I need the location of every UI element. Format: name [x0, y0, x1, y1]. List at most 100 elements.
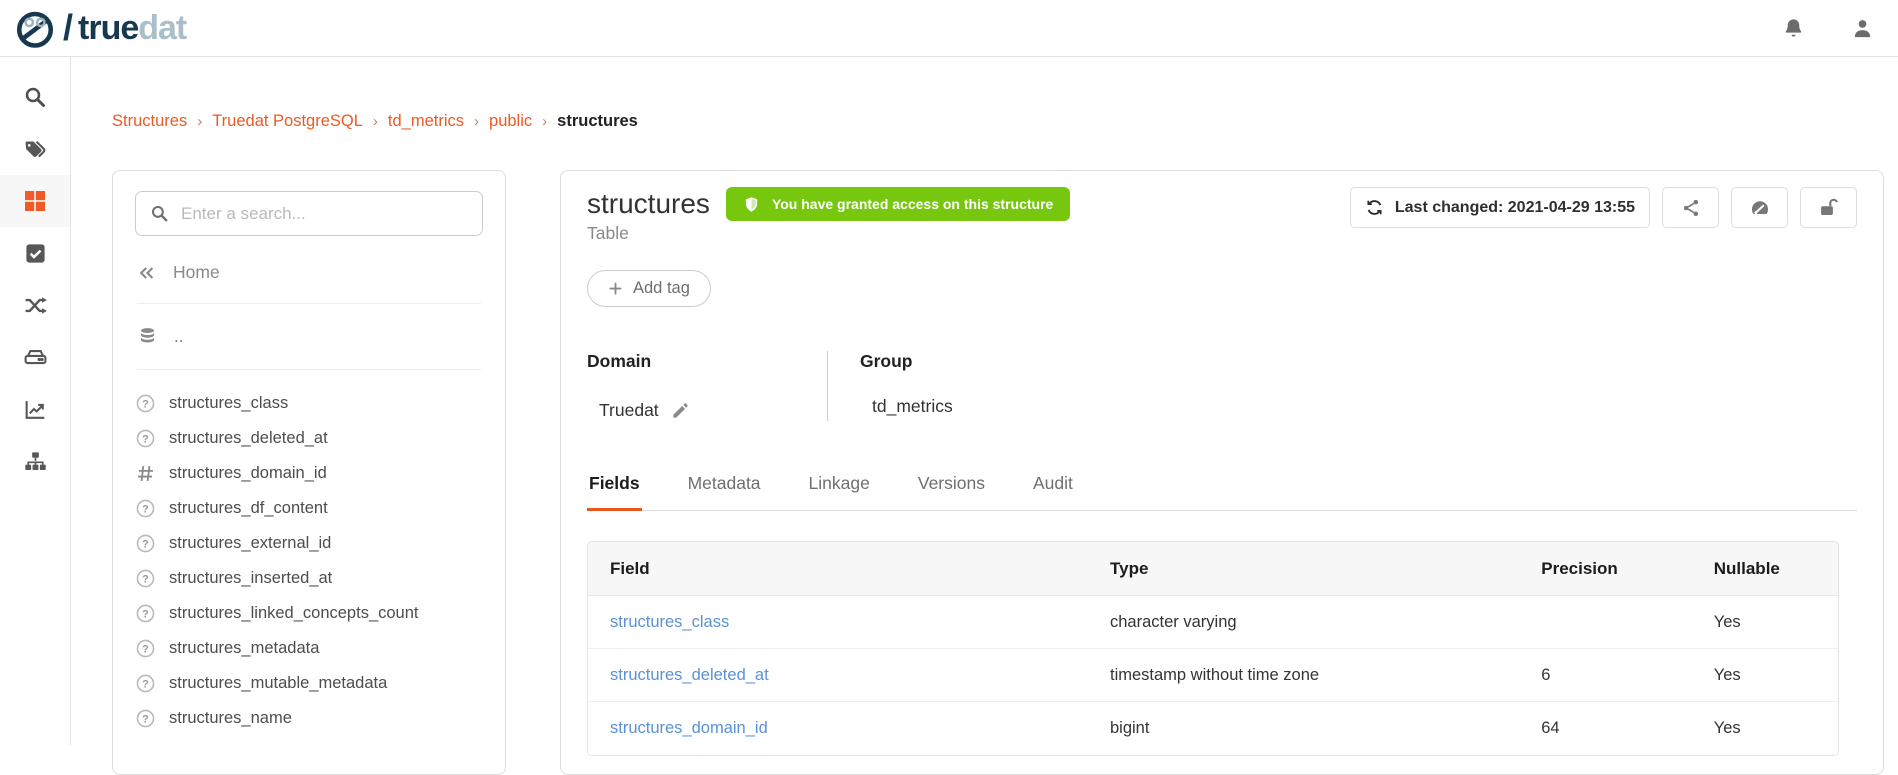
field-list: ? structures_class ? structures_deleted_…: [135, 386, 483, 736]
list-item[interactable]: ? structures_linked_concepts_count: [135, 596, 483, 631]
tab-audit[interactable]: Audit: [1031, 467, 1075, 511]
breadcrumb-link-system[interactable]: Truedat PostgreSQL: [212, 112, 363, 131]
list-item[interactable]: ? structures_external_id: [135, 526, 483, 561]
list-item[interactable]: ? structures_metadata: [135, 631, 483, 666]
up-level-label: ..: [174, 327, 183, 347]
share-button[interactable]: [1662, 187, 1719, 228]
hard-drive-icon: [23, 345, 48, 370]
rail-item-tasks[interactable]: [0, 227, 70, 279]
add-tag-button[interactable]: Add tag: [587, 270, 711, 307]
group-value: td_metrics: [872, 396, 953, 417]
list-item-label: structures_external_id: [169, 534, 331, 553]
column-header-precision: Precision: [1519, 559, 1692, 579]
share-icon: [1681, 198, 1701, 218]
browser-up-level[interactable]: ..: [137, 326, 481, 370]
logo-slash: /: [63, 7, 73, 49]
rail-item-structures[interactable]: [0, 175, 70, 227]
search-input[interactable]: [181, 204, 468, 224]
group-column: Group td_metrics: [827, 351, 1127, 421]
edit-pencil-icon[interactable]: [671, 401, 690, 420]
topbar: / truedat: [0, 0, 1898, 57]
granted-access-badge: You have granted access on this structur…: [726, 187, 1070, 221]
svg-text:?: ?: [142, 678, 149, 690]
list-item[interactable]: ? structures_inserted_at: [135, 561, 483, 596]
list-item-label: structures_inserted_at: [169, 569, 332, 588]
list-item[interactable]: ? structures_deleted_at: [135, 421, 483, 456]
breadcrumb-current: structures: [557, 112, 638, 131]
user-profile-icon[interactable]: [1849, 15, 1876, 42]
breadcrumb-link-schema[interactable]: td_metrics: [388, 112, 464, 131]
svg-text:?: ?: [142, 643, 149, 655]
column-header-type: Type: [1088, 559, 1519, 579]
rail-item-search[interactable]: [0, 71, 70, 123]
breadcrumb-separator: ›: [542, 113, 547, 130]
breadcrumb-separator: ›: [474, 113, 479, 130]
question-circle-icon: ?: [135, 498, 156, 519]
fields-table: Field Type Precision Nullable structures…: [587, 541, 1839, 756]
search-icon: [23, 85, 47, 109]
svg-text:?: ?: [142, 398, 149, 410]
list-item[interactable]: structures_domain_id: [135, 456, 483, 491]
refresh-icon: [1365, 198, 1384, 217]
list-item[interactable]: ? structures_df_content: [135, 491, 483, 526]
last-changed-button[interactable]: Last changed: 2021-04-29 13:55: [1350, 187, 1650, 228]
tab-linkage[interactable]: Linkage: [807, 467, 872, 511]
rail-item-taxonomy[interactable]: [0, 435, 70, 487]
field-link[interactable]: structures_domain_id: [588, 719, 1088, 738]
field-nullable: Yes: [1692, 666, 1838, 685]
question-circle-icon: ?: [135, 428, 156, 449]
logo-wordmark: truedat: [78, 11, 186, 45]
search-icon: [150, 204, 169, 223]
notifications-bell-icon[interactable]: [1780, 15, 1807, 42]
shuffle-icon: [23, 293, 48, 318]
structure-browser-panel: Home .. ? structures_class ? structures_…: [112, 170, 506, 775]
plus-icon: [608, 281, 623, 296]
table-row: structures_domain_id bigint 64 Yes: [588, 702, 1838, 755]
unlock-button[interactable]: [1800, 187, 1857, 228]
quality-dashboard-button[interactable]: [1731, 187, 1788, 228]
tab-metadata[interactable]: Metadata: [686, 467, 763, 511]
list-item[interactable]: ? structures_mutable_metadata: [135, 666, 483, 701]
tab-versions[interactable]: Versions: [916, 467, 987, 511]
question-circle-icon: ?: [135, 673, 156, 694]
svg-text:?: ?: [142, 608, 149, 620]
table-row: structures_deleted_at timestamp without …: [588, 649, 1838, 702]
column-header-nullable: Nullable: [1692, 559, 1838, 579]
structure-detail-panel: structures You have granted access on th…: [560, 170, 1884, 775]
breadcrumb-link-group[interactable]: public: [489, 112, 532, 131]
gauge-icon: [1749, 197, 1771, 219]
field-link[interactable]: structures_class: [588, 613, 1088, 632]
field-precision: 64: [1519, 719, 1692, 738]
breadcrumb-link-structures[interactable]: Structures: [112, 112, 187, 131]
hash-icon: [135, 463, 156, 484]
rail-item-lineage[interactable]: [0, 279, 70, 331]
tab-fields[interactable]: Fields: [587, 467, 642, 511]
rail-item-tags[interactable]: [0, 123, 70, 175]
grid-icon: [23, 189, 47, 213]
rail-item-sources[interactable]: [0, 331, 70, 383]
list-item-label: structures_mutable_metadata: [169, 674, 387, 693]
tags-icon: [23, 137, 48, 162]
owl-logo-icon: [14, 5, 56, 51]
svg-text:?: ?: [142, 713, 149, 725]
rail-item-quality[interactable]: [0, 383, 70, 435]
list-item-label: structures_deleted_at: [169, 429, 328, 448]
list-item[interactable]: ? structures_class: [135, 386, 483, 421]
domain-group-section: Domain Truedat Group td_metrics: [587, 351, 1857, 421]
question-circle-icon: ?: [135, 393, 156, 414]
domain-column: Domain Truedat: [587, 351, 827, 421]
question-circle-icon: ?: [135, 603, 156, 624]
truedat-logo[interactable]: / truedat: [14, 5, 186, 51]
database-icon: [137, 326, 158, 347]
field-link[interactable]: structures_deleted_at: [588, 666, 1088, 685]
shield-icon: [743, 195, 760, 214]
field-precision: 6: [1519, 666, 1692, 685]
list-item[interactable]: ? structures_name: [135, 701, 483, 736]
list-item-label: structures_name: [169, 709, 292, 728]
granted-access-label: You have granted access on this structur…: [772, 196, 1053, 212]
list-item-label: structures_metadata: [169, 639, 319, 658]
question-circle-icon: ?: [135, 533, 156, 554]
browser-home-button[interactable]: Home: [137, 262, 481, 304]
add-tag-label: Add tag: [633, 279, 690, 298]
search-box: [135, 191, 483, 236]
